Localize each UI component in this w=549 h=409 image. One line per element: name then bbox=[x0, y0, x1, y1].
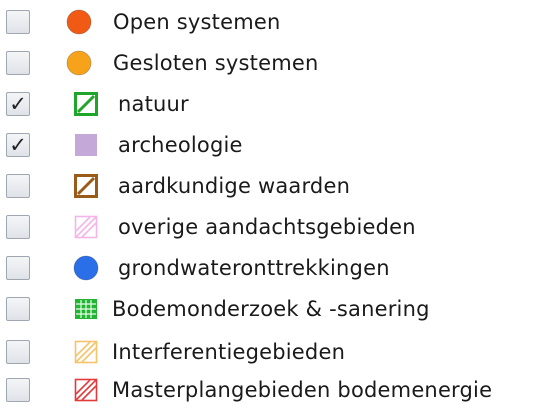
hatched-square-icon bbox=[73, 91, 99, 117]
layer-checkbox-overige-aandachtsgebieden[interactable] bbox=[6, 215, 30, 239]
layer-checkbox-grondwateronttrekkingen[interactable] bbox=[6, 256, 30, 280]
legend-row-overige-aandachtsgebieden: overige aandachtsgebieden bbox=[0, 209, 549, 245]
filled-circle-icon bbox=[73, 255, 99, 281]
layer-label: Masterplangebieden bodemenergie bbox=[112, 378, 493, 402]
filled-square-icon bbox=[73, 132, 99, 158]
layer-checkbox-archeologie[interactable]: ✓ bbox=[6, 133, 30, 157]
legend-row-bodemonderzoek-sanering: Bodemonderzoek & -sanering bbox=[0, 291, 549, 327]
filled-circle-icon bbox=[66, 50, 92, 76]
layer-label: natuur bbox=[118, 92, 189, 116]
layer-checkbox-gesloten-systemen[interactable] bbox=[6, 51, 30, 75]
layer-label: Open systemen bbox=[113, 10, 281, 34]
layer-checkbox-bodemonderzoek-sanering[interactable] bbox=[6, 297, 30, 321]
legend-row-masterplangebieden-bodemenergie: Masterplangebieden bodemenergie bbox=[0, 372, 549, 408]
legend-row-archeologie: ✓ archeologie bbox=[0, 127, 549, 163]
legend-row-aardkundige-waarden: aardkundige waarden bbox=[0, 168, 549, 204]
layer-checkbox-natuur[interactable]: ✓ bbox=[6, 92, 30, 116]
layer-checkbox-open-systemen[interactable] bbox=[6, 10, 30, 34]
layer-label: Bodemonderzoek & -sanering bbox=[112, 297, 430, 321]
legend-row-open-systemen: Open systemen bbox=[0, 4, 549, 40]
hatched-square-icon bbox=[73, 214, 99, 240]
legend-row-natuur: ✓ natuur bbox=[0, 86, 549, 122]
grid-square-icon bbox=[73, 296, 99, 322]
layer-label: archeologie bbox=[118, 133, 243, 157]
layer-label: overige aandachtsgebieden bbox=[118, 215, 416, 239]
checkmark-icon: ✓ bbox=[9, 132, 27, 157]
checkmark-icon: ✓ bbox=[9, 91, 27, 116]
layer-label: aardkundige waarden bbox=[118, 174, 351, 198]
hatched-square-icon bbox=[73, 377, 99, 403]
layer-checkbox-masterplangebieden-bodemenergie[interactable] bbox=[6, 378, 30, 402]
layer-legend: Open systemen Gesloten systemen ✓ natuur ✓ ar… bbox=[0, 0, 549, 409]
legend-row-grondwateronttrekkingen: grondwateronttrekkingen bbox=[0, 250, 549, 286]
layer-label: grondwateronttrekkingen bbox=[118, 256, 390, 280]
filled-circle-icon bbox=[66, 9, 92, 35]
legend-row-gesloten-systemen: Gesloten systemen bbox=[0, 45, 549, 81]
layer-label: Interferentiegebieden bbox=[112, 340, 346, 364]
layer-checkbox-aardkundige-waarden[interactable] bbox=[6, 174, 30, 198]
hatched-square-icon bbox=[73, 339, 99, 365]
layer-checkbox-interferentiegebieden[interactable] bbox=[6, 340, 30, 364]
legend-row-interferentiegebieden: Interferentiegebieden bbox=[0, 334, 549, 370]
hatched-square-icon bbox=[73, 173, 99, 199]
layer-label: Gesloten systemen bbox=[113, 51, 319, 75]
